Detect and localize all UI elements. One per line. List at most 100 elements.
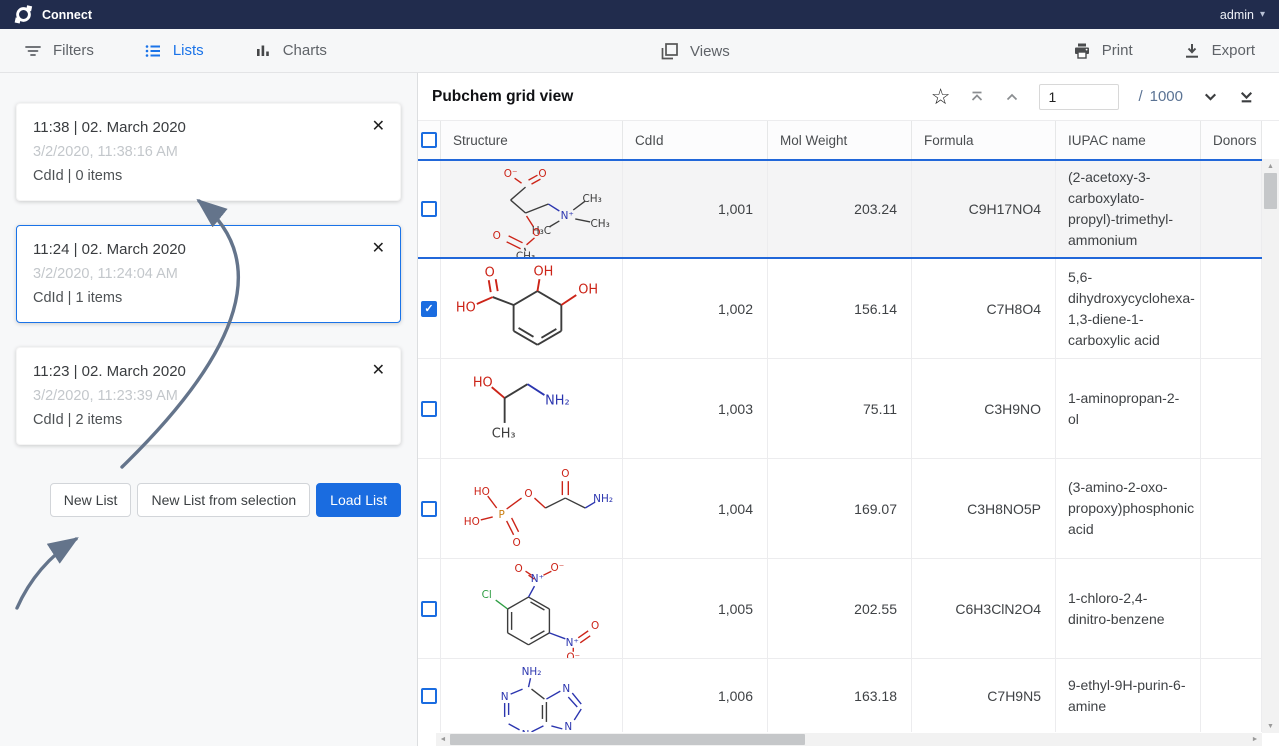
list-card-1[interactable]: 11:24 | 02. March 2020✕3/2/2020, 11:24:0… bbox=[16, 225, 401, 323]
results-table: StructureCdIdMol WeightFormulaIUPAC name… bbox=[418, 121, 1262, 732]
svg-text:CH₃: CH₃ bbox=[583, 193, 602, 205]
list-card-meta: CdId | 2 items bbox=[33, 408, 384, 432]
row-checkbox[interactable] bbox=[421, 688, 437, 704]
chevron-down-icon: ▾ bbox=[1260, 9, 1265, 20]
toolbar-charts[interactable]: Charts bbox=[254, 42, 327, 60]
list-card-0[interactable]: 11:38 | 02. March 2020✕3/2/2020, 11:38:1… bbox=[16, 103, 401, 201]
table-row[interactable]: O⁻ON⁺CH₃CH₃H₃COOCH₃1,001203.24C9H17NO4(2… bbox=[418, 159, 1262, 259]
download-icon bbox=[1183, 42, 1201, 60]
row-checkbox[interactable] bbox=[421, 201, 437, 217]
next-page-icon[interactable] bbox=[1202, 88, 1219, 105]
formula-cell: C7H9N5 bbox=[912, 659, 1056, 732]
column-header-cdid[interactable]: CdId bbox=[623, 121, 768, 159]
toolbar-filters[interactable]: Filters bbox=[24, 42, 94, 60]
svg-text:N: N bbox=[501, 691, 509, 703]
donors-cell bbox=[1201, 259, 1262, 358]
last-page-icon[interactable] bbox=[1238, 88, 1255, 105]
previous-page-icon[interactable] bbox=[1004, 89, 1020, 105]
formula-cell: C3H8NO5P bbox=[912, 459, 1056, 558]
grid-controls: ☆ / 1000 bbox=[931, 84, 1265, 110]
list-card-timestamp: 3/2/2020, 11:24:04 AM bbox=[33, 262, 384, 286]
select-all-checkbox[interactable] bbox=[421, 132, 437, 148]
vertical-scrollbar[interactable]: ▲ ▼ bbox=[1262, 159, 1279, 733]
svg-text:HO: HO bbox=[473, 375, 493, 390]
svg-text:O: O bbox=[512, 536, 520, 548]
horizontal-scrollbar[interactable]: ◄ ► bbox=[436, 733, 1262, 746]
row-checkbox[interactable] bbox=[421, 401, 437, 417]
svg-text:O: O bbox=[514, 563, 522, 575]
row-select-cell bbox=[418, 259, 441, 358]
new-list-button[interactable]: New List bbox=[50, 483, 132, 517]
toolbar-print-label: Print bbox=[1102, 42, 1133, 59]
row-checkbox[interactable] bbox=[421, 301, 437, 317]
main-toolbar: Filters Lists Charts Views bbox=[0, 29, 1279, 73]
list-card-timestamp: 3/2/2020, 11:23:39 AM bbox=[33, 384, 384, 408]
scroll-up-icon[interactable]: ▲ bbox=[1267, 159, 1274, 173]
close-icon[interactable]: ✕ bbox=[372, 360, 385, 380]
molecule-structure: O HO OH OH bbox=[441, 259, 622, 358]
list-actions: New List New List from selection Load Li… bbox=[16, 483, 401, 517]
svg-text:OH: OH bbox=[533, 264, 553, 279]
column-header-iupac-name[interactable]: IUPAC name bbox=[1056, 121, 1201, 159]
donors-cell bbox=[1201, 359, 1262, 458]
svg-text:N: N bbox=[562, 683, 570, 695]
toolbar-export[interactable]: Export bbox=[1183, 42, 1255, 60]
toolbar-charts-label: Charts bbox=[283, 42, 327, 59]
svg-text:O: O bbox=[485, 265, 495, 280]
table-row[interactable]: OHOOHOH1,002156.14C7H8O45,6-dihydroxycyc… bbox=[418, 259, 1262, 359]
svg-text:O: O bbox=[591, 619, 599, 631]
scroll-left-icon[interactable]: ◄ bbox=[436, 736, 450, 743]
svg-text:O⁻: O⁻ bbox=[566, 651, 580, 658]
list-card-title: 11:23 | 02. March 2020 bbox=[33, 360, 384, 384]
table-row[interactable]: ClN⁺OO⁻N⁺OO⁻1,005202.55C6H3ClN2O41-chlor… bbox=[418, 559, 1262, 659]
favorite-star-icon[interactable]: ☆ bbox=[931, 86, 951, 108]
svg-text:O⁻: O⁻ bbox=[550, 562, 564, 574]
table-row[interactable]: HOHOPOOONH₂1,004169.07C3H8NO5P(3-amino-2… bbox=[418, 459, 1262, 559]
table-header-row: StructureCdIdMol WeightFormulaIUPAC name… bbox=[418, 121, 1262, 159]
column-header-structure[interactable]: Structure bbox=[441, 121, 623, 159]
list-card-meta: CdId | 1 items bbox=[33, 286, 384, 310]
close-icon[interactable]: ✕ bbox=[372, 238, 385, 258]
formula-cell: C7H8O4 bbox=[912, 259, 1056, 358]
horizontal-scroll-thumb[interactable] bbox=[450, 734, 805, 745]
row-select-cell bbox=[418, 459, 441, 558]
scroll-right-icon[interactable]: ► bbox=[1248, 736, 1262, 743]
cdid-cell: 1,003 bbox=[623, 359, 768, 458]
molecule-structure: HOHOPOOONH₂ bbox=[441, 459, 622, 558]
top-navbar: Connect admin ▾ bbox=[0, 0, 1279, 29]
column-header-formula[interactable]: Formula bbox=[912, 121, 1056, 159]
svg-text:N: N bbox=[564, 721, 572, 732]
scroll-down-icon[interactable]: ▼ bbox=[1267, 719, 1274, 733]
toolbar-lists[interactable]: Lists bbox=[144, 42, 204, 60]
table-row[interactable]: HONH₂CH₃1,00375.11C3H9NO1-aminopropan-2-… bbox=[418, 359, 1262, 459]
close-icon[interactable]: ✕ bbox=[372, 116, 385, 136]
toolbar-views[interactable]: Views bbox=[660, 42, 730, 61]
vertical-scroll-thumb[interactable] bbox=[1264, 173, 1277, 209]
toolbar-print[interactable]: Print bbox=[1073, 42, 1133, 60]
table-body: O⁻ON⁺CH₃CH₃H₃COOCH₃1,001203.24C9H17NO4(2… bbox=[418, 159, 1262, 732]
row-select-cell bbox=[418, 659, 441, 732]
first-page-icon[interactable] bbox=[969, 89, 985, 105]
table-row[interactable]: NH₂NNNN1,006163.18C7H9N59-ethyl-9H-purin… bbox=[418, 659, 1262, 732]
svg-text:OH: OH bbox=[578, 282, 598, 297]
user-menu[interactable]: admin ▾ bbox=[1220, 8, 1265, 22]
column-header-donors[interactable]: Donors bbox=[1201, 121, 1262, 159]
page-number-input[interactable] bbox=[1039, 84, 1119, 110]
user-name: admin bbox=[1220, 8, 1254, 22]
svg-text:HO: HO bbox=[456, 300, 476, 315]
grid-title: Pubchem grid view bbox=[432, 88, 573, 106]
structure-cell: O HO OH OH bbox=[441, 259, 623, 358]
row-checkbox[interactable] bbox=[421, 501, 437, 517]
iupac-name-cell: 1-aminopropan-2-ol bbox=[1056, 359, 1201, 458]
svg-text:N⁺: N⁺ bbox=[561, 210, 574, 222]
list-card-2[interactable]: 11:23 | 02. March 2020✕ 3/2/2020, 11:23:3… bbox=[16, 347, 401, 445]
row-checkbox[interactable] bbox=[421, 601, 437, 617]
svg-text:O: O bbox=[538, 168, 546, 180]
load-list-button[interactable]: Load List bbox=[316, 483, 401, 517]
column-header-mol-weight[interactable]: Mol Weight bbox=[768, 121, 912, 159]
svg-text:N: N bbox=[522, 729, 530, 732]
iupac-name-cell: (3-amino-2-oxo-propoxy)phosphonic acid bbox=[1056, 459, 1201, 558]
new-list-from-selection-button[interactable]: New List from selection bbox=[137, 483, 310, 517]
select-all-cell bbox=[418, 121, 441, 159]
donors-cell bbox=[1201, 161, 1262, 257]
